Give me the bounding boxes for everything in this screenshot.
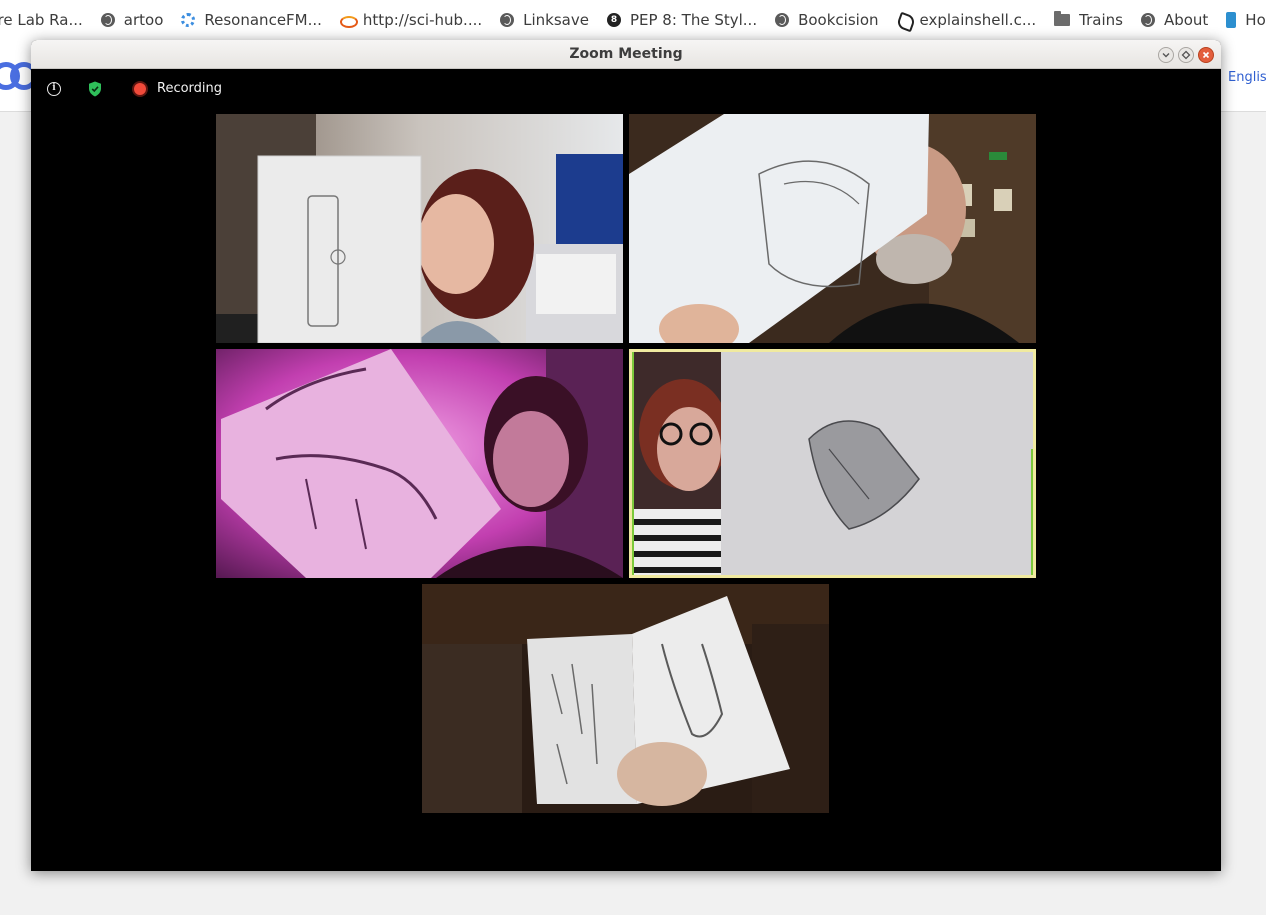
bookmark-item[interactable]: ure Lab Ra...	[0, 6, 83, 34]
video-feed	[422, 584, 829, 813]
info-icon[interactable]: i	[47, 82, 61, 96]
video-feed	[629, 349, 1036, 578]
bookmark-item[interactable]: Bookcision	[775, 6, 879, 34]
bookmark-item[interactable]: Linksave	[500, 6, 589, 34]
phone-icon	[1226, 12, 1237, 28]
globe-icon	[775, 13, 790, 27]
number-icon: 8	[606, 13, 621, 27]
video-tile-participant-5[interactable]	[422, 584, 829, 813]
bookmark-label: Bookcision	[798, 11, 879, 29]
striped-shirt	[629, 509, 724, 578]
recording-indicator-icon[interactable]	[134, 83, 146, 95]
close-icon	[1202, 51, 1210, 59]
globe-icon	[500, 13, 515, 27]
bookmark-item[interactable]: explainshell.c...	[897, 6, 1037, 34]
bookmark-label: About	[1163, 11, 1209, 29]
bookmark-label: Linksave	[523, 11, 589, 29]
recording-label: Recording	[157, 81, 223, 96]
eye-icon	[339, 13, 358, 28]
bookmark-item[interactable]: ResonanceFM...	[181, 6, 322, 34]
video-tile-participant-4[interactable]	[629, 349, 1036, 578]
video-feed	[216, 349, 623, 578]
video-feed	[629, 114, 1036, 343]
video-tile-participant-2[interactable]	[629, 114, 1036, 343]
bookmarks-bar: ure Lab Ra... artoo ResonanceFM... http:…	[0, 0, 1266, 40]
meeting-toolbar: i Recording	[31, 69, 1221, 111]
gear-icon	[181, 13, 196, 27]
bookmark-folder[interactable]: Trains	[1054, 6, 1123, 34]
fan-icon	[897, 13, 911, 27]
bookmark-label: artoo	[123, 11, 164, 29]
bookmark-label: Trains	[1079, 11, 1123, 29]
bookmark-item[interactable]: 8 PEP 8: The Styl...	[606, 6, 758, 34]
window-titlebar[interactable]: Zoom Meeting	[31, 40, 1221, 69]
bookmark-label: explainshell.c...	[919, 11, 1037, 29]
folder-icon	[1054, 11, 1071, 26]
video-tile-participant-1[interactable]	[216, 114, 623, 343]
bookmark-label: ure Lab Ra...	[0, 11, 83, 29]
bookmark-item[interactable]: artoo	[100, 6, 164, 34]
maximize-button[interactable]	[1178, 47, 1194, 63]
bookmark-label: http://sci-hub....	[362, 11, 483, 29]
bookmark-item[interactable]: Home | Thu	[1226, 6, 1266, 34]
active-speaker-indicator	[1031, 449, 1033, 575]
chevron-down-icon	[1162, 53, 1170, 58]
video-tile-participant-3[interactable]	[216, 349, 623, 578]
close-button[interactable]	[1198, 47, 1214, 63]
bookmark-label: ResonanceFM...	[204, 11, 322, 29]
video-feed	[216, 114, 623, 343]
shield-icon[interactable]	[88, 81, 102, 97]
window-title: Zoom Meeting	[569, 46, 683, 62]
bookmark-item[interactable]: http://sci-hub....	[339, 6, 483, 34]
globe-icon	[1140, 13, 1155, 27]
bookmark-item[interactable]: About	[1140, 6, 1209, 34]
minimize-button[interactable]	[1158, 47, 1174, 63]
language-link[interactable]: English	[1228, 70, 1266, 85]
active-speaker-indicator	[632, 352, 634, 575]
bookmark-label: Home | Thu	[1245, 11, 1266, 29]
zoom-window: Zoom Meeting i Recording	[31, 40, 1221, 871]
globe-icon	[100, 13, 115, 27]
diamond-icon	[1181, 50, 1191, 60]
bookmark-label: PEP 8: The Styl...	[629, 11, 758, 29]
